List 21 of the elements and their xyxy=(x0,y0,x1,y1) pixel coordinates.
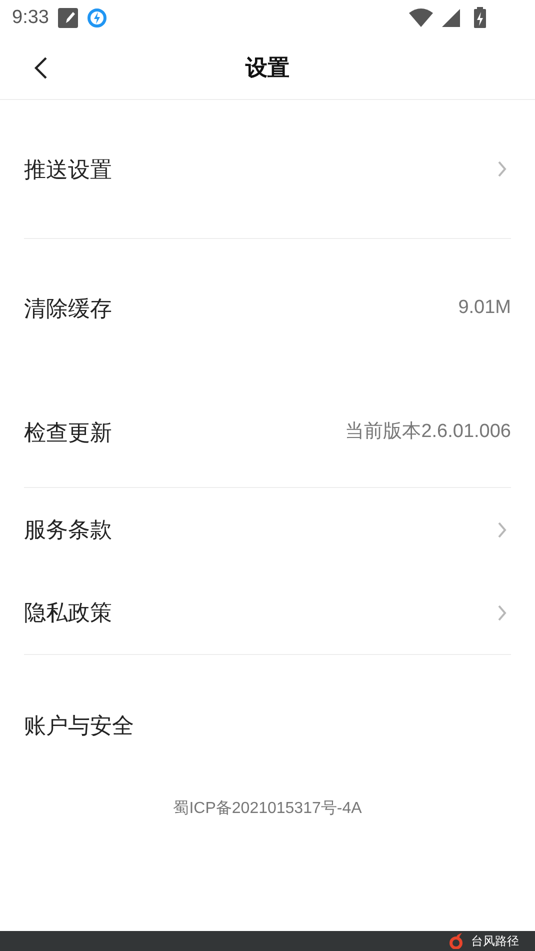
page-title: 设置 xyxy=(246,54,290,82)
setting-label[interactable]: 隐私政策 xyxy=(24,596,112,629)
typhoon-icon xyxy=(449,933,463,949)
setting-value: 当前版本2.6.01.006 xyxy=(345,420,511,444)
banner-text: 台风路径 xyxy=(471,935,519,947)
battery-charging-icon xyxy=(473,7,487,29)
chevron-right-icon xyxy=(497,160,507,178)
setting-label[interactable]: 账户与安全 xyxy=(24,708,134,742)
setting-label[interactable]: 检查更新 xyxy=(24,416,112,448)
signal-icon xyxy=(441,8,461,28)
chevron-right-icon xyxy=(497,604,507,622)
chevron-right-icon xyxy=(497,520,507,538)
notepad-icon xyxy=(56,7,79,29)
setting-label[interactable]: 清除缓存 xyxy=(24,292,112,324)
wifi-icon xyxy=(409,8,433,28)
setting-label[interactable]: 服务条款 xyxy=(24,513,112,546)
status-time: 9:33 xyxy=(12,6,49,30)
back-icon xyxy=(34,56,48,80)
setting-label[interactable]: 推送设置 xyxy=(24,152,112,186)
icp-text: 蜀ICP备2021015317号-4A xyxy=(173,799,362,819)
setting-value: 9.01M xyxy=(458,296,511,320)
